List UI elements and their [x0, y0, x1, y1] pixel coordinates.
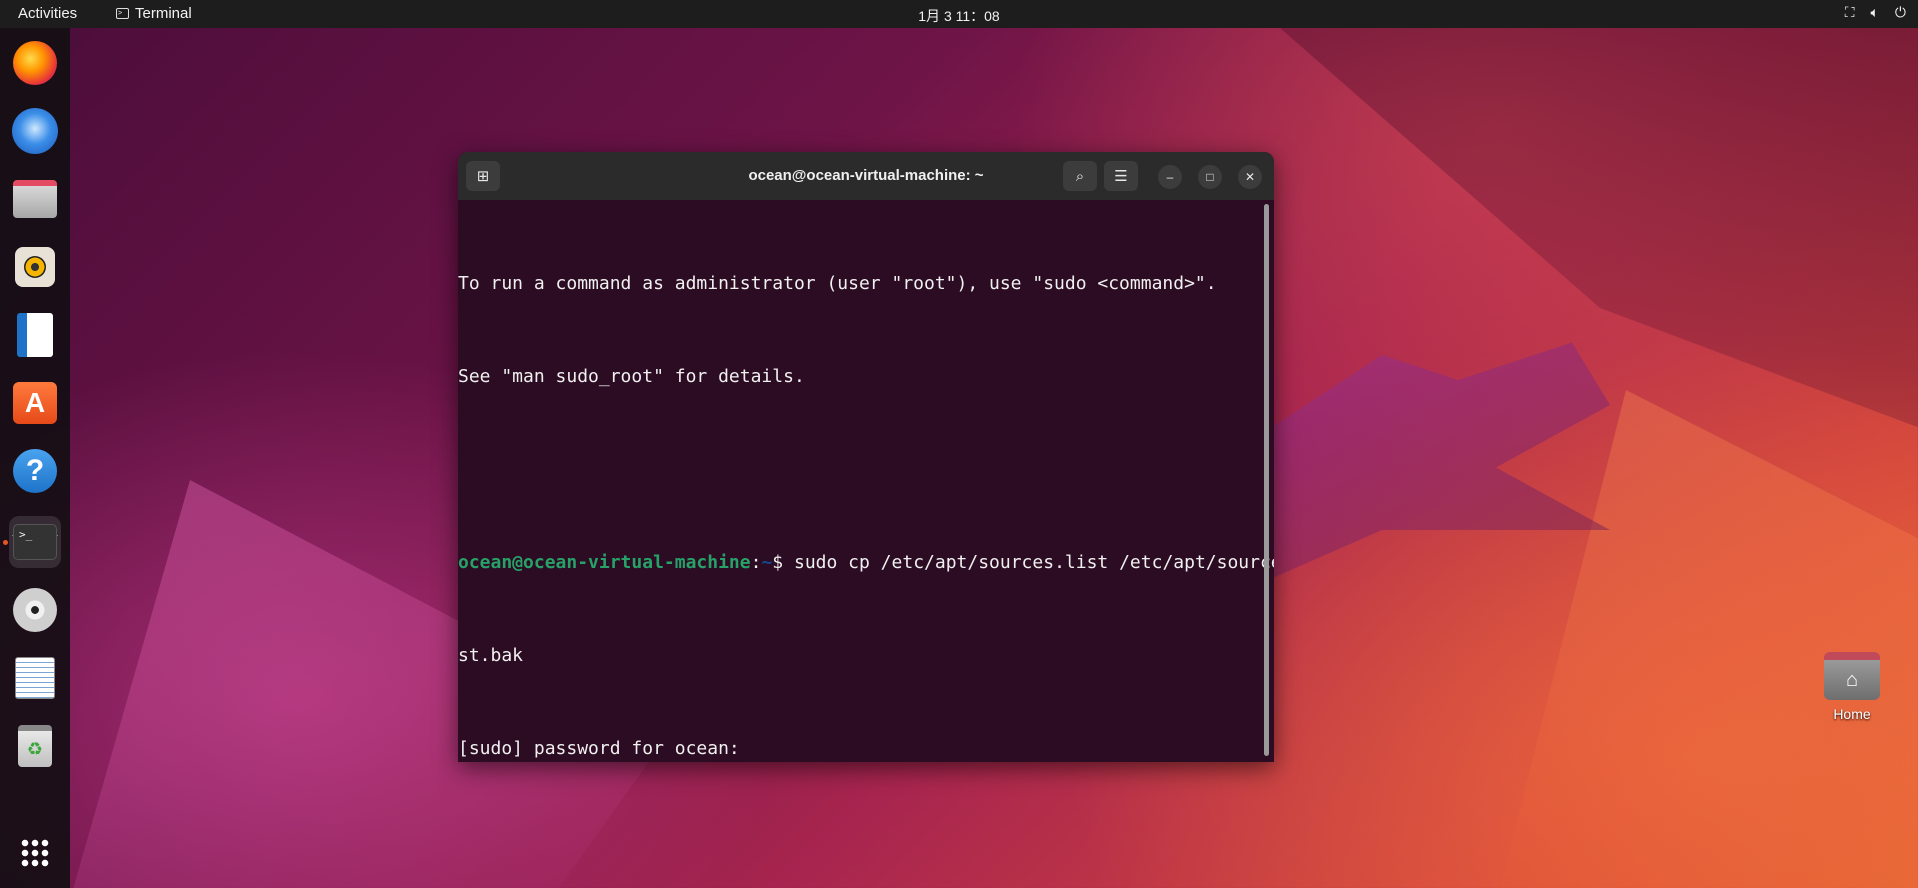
- app-menu[interactable]: > Terminal: [116, 5, 192, 22]
- top-bar: Activities > Terminal 1月 3 11：08 ⛶ 🔈︎ ⏻: [0, 0, 1918, 28]
- close-icon: ✕: [1244, 170, 1256, 184]
- terminal-scrollbar[interactable]: [1264, 204, 1269, 756]
- window-headerbar[interactable]: ⊞ ocean@ocean-virtual-machine: ~ ⌕ ☰ – □…: [458, 152, 1274, 200]
- minimize-button[interactable]: –: [1158, 165, 1182, 189]
- dock-disc[interactable]: [9, 584, 61, 636]
- dock-terminal[interactable]: >_: [9, 516, 61, 568]
- terminal-icon: >_: [13, 524, 57, 560]
- maximize-button[interactable]: □: [1198, 165, 1222, 189]
- command-text: sudo cp /etc/apt/sources.list /etc/apt/s…: [793, 552, 1274, 573]
- dock: A ? >_ ♻: [0, 28, 70, 888]
- dock-writer[interactable]: [9, 309, 61, 361]
- files-icon: [13, 180, 57, 218]
- power-icon[interactable]: ⏻: [1895, 4, 1906, 21]
- prompt-colon: :: [750, 552, 762, 573]
- firefox-icon: [13, 41, 57, 85]
- output-line: See "man sudo_root" for details.: [458, 366, 805, 387]
- terminal-window[interactable]: ⊞ ocean@ocean-virtual-machine: ~ ⌕ ☰ – □…: [458, 152, 1274, 762]
- show-apps-button[interactable]: [9, 827, 61, 879]
- prompt-path: ~: [761, 552, 773, 573]
- command-line: ocean@ocean-virtual-machine:~$ sudo cp /…: [458, 547, 1274, 578]
- search-icon: ⌕: [1075, 167, 1085, 185]
- window-title: ocean@ocean-virtual-machine: ~: [748, 167, 984, 184]
- app-grid-icon: [20, 838, 50, 868]
- hamburger-icon: ☰: [1114, 168, 1128, 185]
- dock-software[interactable]: A: [9, 377, 61, 429]
- app-menu-label: Terminal: [135, 5, 192, 22]
- wallpaper-facet: [1249, 342, 1610, 580]
- home-folder-icon: ⌂: [1824, 652, 1880, 700]
- wallpaper-facet: [1500, 390, 1918, 888]
- network-icon[interactable]: ⛶: [1845, 4, 1855, 21]
- dock-firefox[interactable]: [9, 37, 61, 89]
- text-editor-icon: [15, 657, 55, 699]
- close-button[interactable]: ✕: [1238, 165, 1262, 189]
- clock[interactable]: 1月 3 11：08: [918, 6, 999, 26]
- activities-button[interactable]: Activities: [18, 5, 77, 22]
- menu-button[interactable]: ☰: [1104, 161, 1138, 191]
- help-icon: ?: [13, 449, 57, 493]
- minimize-icon: –: [1166, 170, 1174, 184]
- terminal-icon: >: [116, 8, 129, 19]
- dock-trash[interactable]: ♻: [9, 720, 61, 772]
- sudo-password-prompt: [sudo] password for ocean:: [458, 738, 740, 759]
- desktop-home-folder[interactable]: ⌂ Home: [1818, 652, 1886, 722]
- wallpaper-facet: [1280, 28, 1918, 428]
- dock-text-editor[interactable]: [9, 652, 61, 704]
- volume-icon[interactable]: 🔈︎: [1871, 4, 1879, 21]
- dock-files[interactable]: [9, 173, 61, 225]
- command-wrap-line: st.bak: [458, 645, 524, 666]
- prompt-symbol: $: [772, 552, 794, 573]
- disc-icon: [13, 588, 57, 632]
- maximize-icon: □: [1206, 170, 1214, 184]
- thunderbird-icon: [12, 108, 58, 154]
- trash-icon: ♻: [18, 725, 52, 767]
- rhythmbox-icon: [15, 247, 55, 287]
- writer-icon: [17, 313, 53, 357]
- running-indicator: [3, 540, 8, 545]
- desktop-home-label: Home: [1833, 706, 1871, 722]
- prompt-user: ocean@ocean-virtual-machine: [458, 552, 751, 573]
- software-store-icon: A: [13, 382, 57, 424]
- system-tray[interactable]: ⛶ 🔈︎ ⏻: [1845, 4, 1906, 21]
- output-line: To run a command as administrator (user …: [458, 273, 1217, 294]
- dock-thunderbird[interactable]: [9, 105, 61, 157]
- terminal-output[interactable]: To run a command as administrator (user …: [458, 200, 1274, 762]
- search-button[interactable]: ⌕: [1063, 161, 1097, 191]
- dock-rhythmbox[interactable]: [9, 241, 61, 293]
- dock-help[interactable]: ?: [9, 445, 61, 497]
